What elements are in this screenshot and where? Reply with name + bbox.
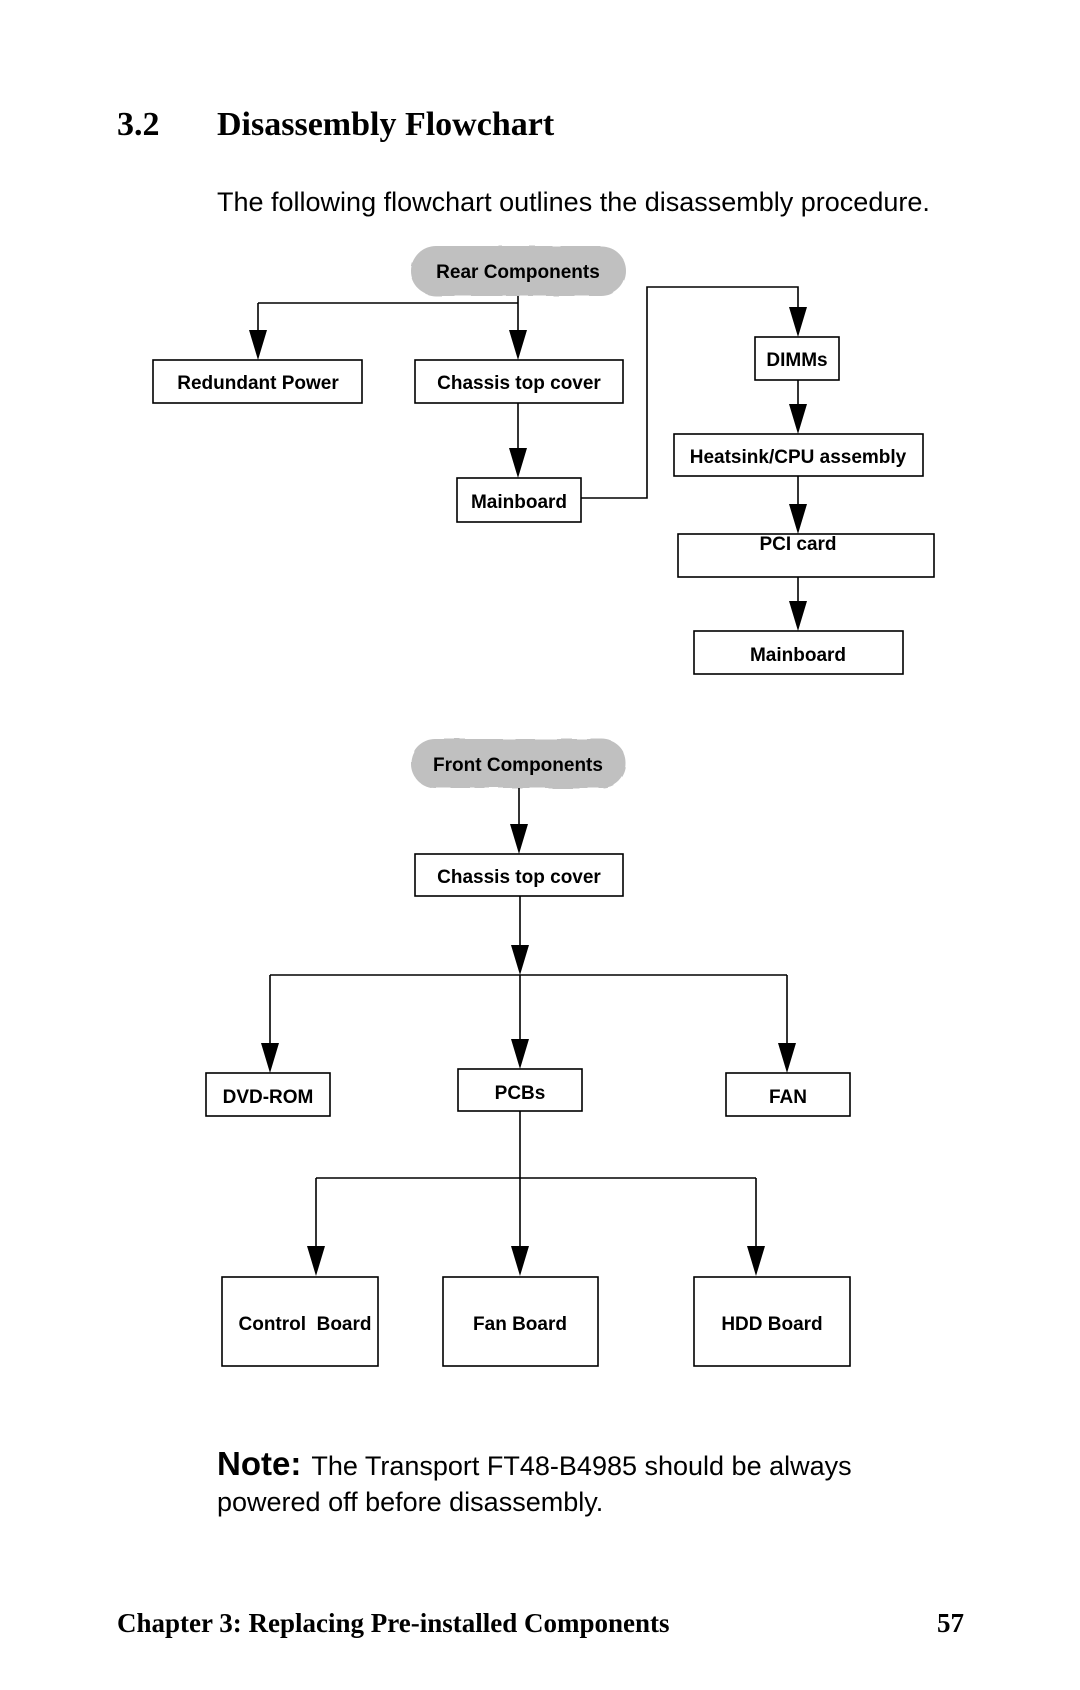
rear-components-label: Rear Components bbox=[436, 262, 600, 283]
arrowhead bbox=[249, 330, 267, 360]
hdd-board-label: HDD Board bbox=[721, 1314, 822, 1335]
dimms-node: DIMMs bbox=[754, 336, 840, 381]
front-components-flow: Front Components Chassis top cover DVD-R… bbox=[205, 739, 851, 1367]
redundant-power-node: Redundant Power bbox=[152, 359, 363, 404]
arrowhead bbox=[778, 1043, 796, 1073]
pci-card-node: PCI card bbox=[677, 533, 935, 578]
note-label: Note: bbox=[217, 1445, 302, 1482]
dvd-rom-label: DVD-ROM bbox=[223, 1087, 314, 1108]
dimms-label: DIMMs bbox=[766, 350, 827, 371]
arrowhead bbox=[511, 945, 529, 975]
front-components-label: Front Components bbox=[433, 755, 603, 776]
arrowhead bbox=[307, 1246, 325, 1276]
arrowhead bbox=[509, 330, 527, 360]
front-chassis-top-cover-label: Chassis top cover bbox=[437, 867, 601, 888]
rear-mainboard-left-node: Mainboard bbox=[456, 477, 582, 523]
fan-board-label: Fan Board bbox=[473, 1314, 567, 1335]
heatsink-cpu-node: Heatsink/CPU assembly bbox=[673, 433, 924, 477]
front-components-start-node: Front Components bbox=[411, 739, 626, 788]
rear-chassis-top-cover-node: Chassis top cover bbox=[414, 359, 624, 404]
rear-mainboard-left-label: Mainboard bbox=[471, 492, 567, 513]
note: Note: The Transport FT48-B4985 should be … bbox=[217, 1446, 917, 1520]
arrowhead bbox=[789, 307, 807, 337]
fan-node: FAN bbox=[725, 1072, 851, 1117]
footer-chapter-title: Chapter 3: Replacing Pre-installed Compo… bbox=[117, 1608, 670, 1638]
arrowhead bbox=[789, 601, 807, 631]
arrowhead bbox=[511, 1039, 529, 1069]
hdd-board-node: HDD Board bbox=[693, 1276, 851, 1367]
fan-label: FAN bbox=[769, 1087, 807, 1108]
arrowhead bbox=[510, 824, 528, 854]
front-chassis-top-cover-node: Chassis top cover bbox=[414, 853, 624, 897]
note-text: The Transport FT48-B4985 should be alway… bbox=[217, 1451, 852, 1517]
page-number: 57 bbox=[937, 1608, 964, 1638]
rear-components-start-node: Rear Components bbox=[411, 246, 626, 296]
arrowhead bbox=[511, 1246, 529, 1276]
redundant-power-label: Redundant Power bbox=[177, 373, 339, 394]
rear-mainboard-right-label: Mainboard bbox=[750, 645, 846, 666]
pci-card-label: PCI card bbox=[759, 534, 836, 555]
arrowhead bbox=[261, 1043, 279, 1073]
rear-components-flow: Rear Components Redundant Power Chassis … bbox=[152, 246, 935, 675]
rear-chassis-top-cover-label: Chassis top cover bbox=[437, 373, 601, 394]
pcbs-node: PCBs bbox=[457, 1068, 583, 1112]
control-board-node: Control Board bbox=[221, 1276, 379, 1367]
arrowhead bbox=[747, 1246, 765, 1276]
control-board-label: Control Board bbox=[239, 1314, 372, 1335]
rear-mainboard-right-node: Mainboard bbox=[693, 630, 904, 675]
pcbs-label: PCBs bbox=[495, 1083, 546, 1104]
dvd-rom-node: DVD-ROM bbox=[205, 1072, 331, 1117]
fan-board-node: Fan Board bbox=[442, 1276, 599, 1367]
disassembly-flowchart: Rear Components Redundant Power Chassis … bbox=[152, 246, 935, 1367]
arrowhead bbox=[509, 448, 527, 478]
arrowhead bbox=[789, 404, 807, 434]
heatsink-cpu-label: Heatsink/CPU assembly bbox=[690, 447, 907, 468]
arrowhead bbox=[789, 504, 807, 534]
